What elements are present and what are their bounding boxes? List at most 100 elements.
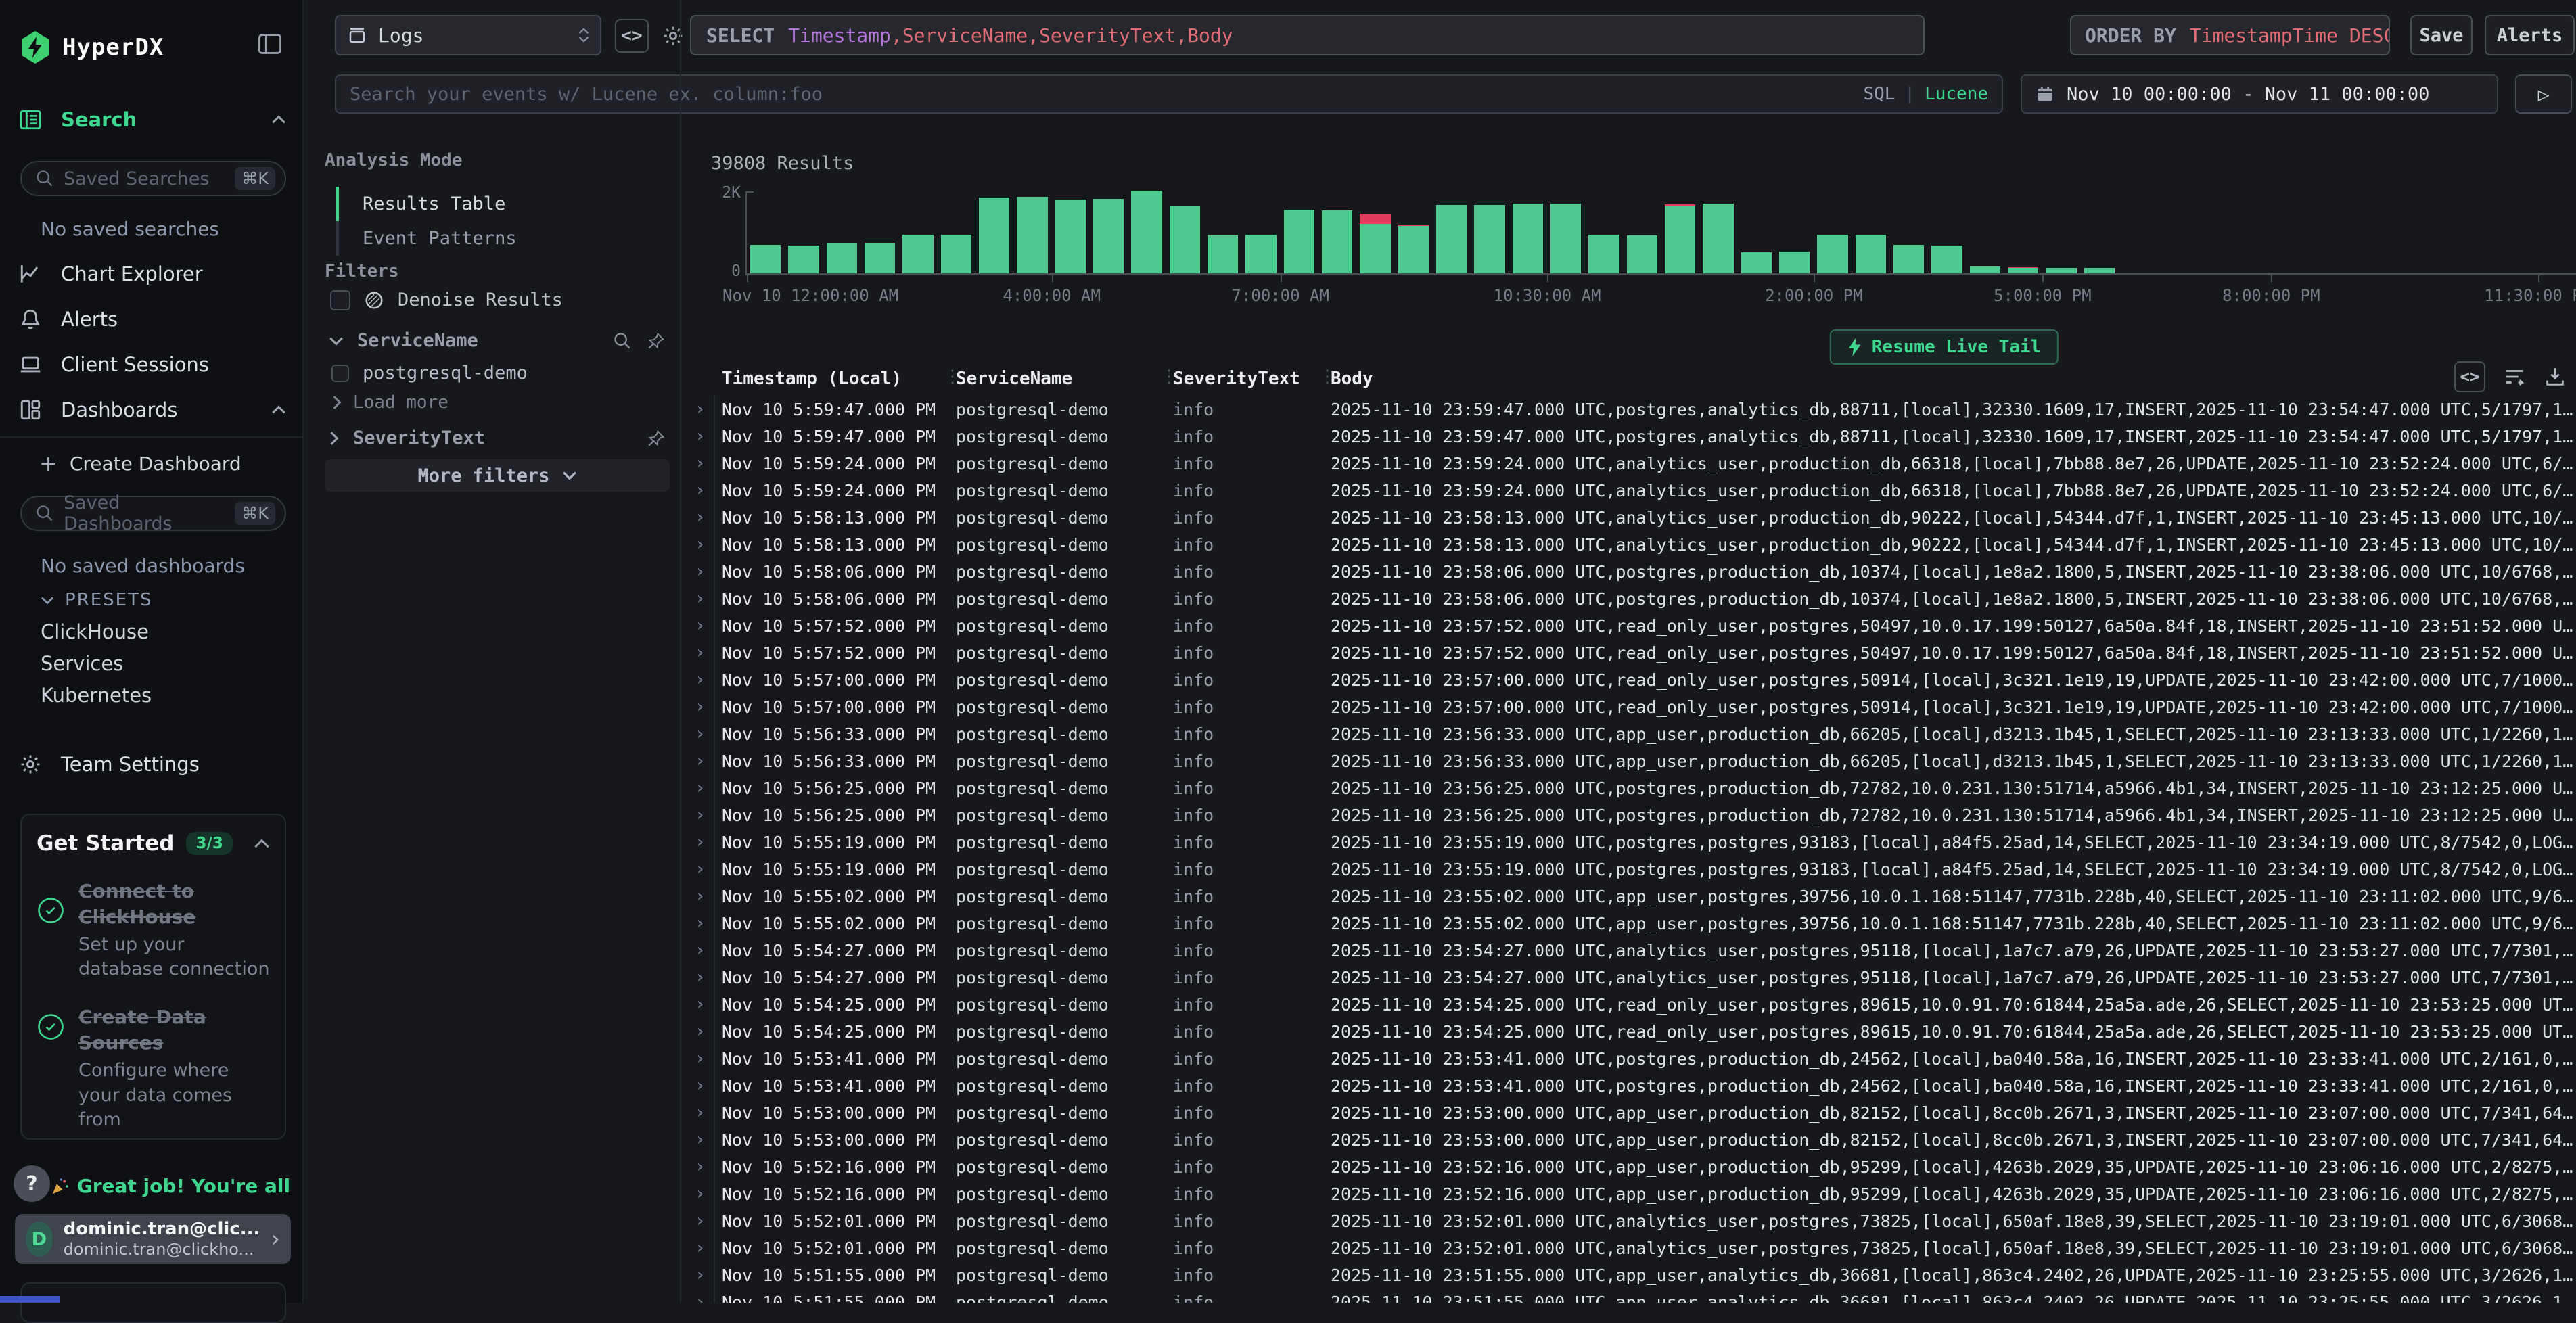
histogram-bar[interactable] bbox=[2046, 268, 2076, 273]
filter-value-row[interactable]: postgresql-demo bbox=[331, 363, 528, 384]
table-row[interactable]: ›Nov 10 5:57:00.000 PMpostgresql-demoinf… bbox=[681, 666, 2576, 693]
histogram-bar[interactable] bbox=[1779, 252, 1810, 273]
sidebar-item-team-settings[interactable]: Team Settings bbox=[19, 753, 286, 776]
histogram-bar[interactable] bbox=[1893, 245, 1924, 273]
row-expand-chevron[interactable]: › bbox=[695, 913, 722, 933]
histogram-bar[interactable] bbox=[1856, 235, 1886, 273]
histogram-bar[interactable] bbox=[865, 243, 895, 273]
col-severitytext[interactable]: SeverityText bbox=[1173, 369, 1331, 389]
preset-clickhouse[interactable]: ClickHouse bbox=[41, 620, 149, 643]
column-drag-handle[interactable]: ⋮ bbox=[944, 367, 960, 387]
table-row[interactable]: ›Nov 10 5:56:33.000 PMpostgresql-demoinf… bbox=[681, 747, 2576, 774]
postgresql-demo-checkbox[interactable] bbox=[331, 365, 349, 382]
get-started-item[interactable]: Create Data Sources Configure where your… bbox=[37, 1004, 270, 1132]
create-dashboard-button[interactable]: + Create Dashboard bbox=[39, 450, 306, 476]
histogram-bar[interactable] bbox=[1513, 204, 1543, 273]
select-columns-input[interactable]: SELECT Timestamp,ServiceName,SeverityTex… bbox=[690, 15, 1925, 55]
histogram-bar[interactable] bbox=[1245, 235, 1276, 273]
sidebar-collapse-icon[interactable] bbox=[258, 34, 281, 54]
presets-section-toggle[interactable]: PRESETS bbox=[41, 590, 153, 610]
col-servicename[interactable]: ServiceName bbox=[956, 369, 1173, 389]
row-expand-chevron[interactable]: › bbox=[695, 1157, 722, 1177]
histogram-bar[interactable] bbox=[788, 246, 819, 273]
pin-icon[interactable] bbox=[647, 429, 666, 448]
row-expand-chevron[interactable]: › bbox=[695, 832, 722, 852]
preset-kubernetes[interactable]: Kubernetes bbox=[41, 684, 152, 707]
mode-results-table[interactable]: Results Table bbox=[336, 187, 517, 221]
table-row[interactable]: ›Nov 10 5:51:55.000 PMpostgresql-demoinf… bbox=[681, 1289, 2576, 1303]
user-menu[interactable]: D dominic.tran@clic... dominic.tran@clic… bbox=[15, 1214, 291, 1264]
row-expand-chevron[interactable]: › bbox=[695, 994, 722, 1015]
table-row[interactable]: ›Nov 10 5:52:01.000 PMpostgresql-demoinf… bbox=[681, 1234, 2576, 1261]
table-row[interactable]: ›Nov 10 5:57:52.000 PMpostgresql-demoinf… bbox=[681, 612, 2576, 639]
histogram-bar[interactable] bbox=[1970, 266, 2000, 273]
table-row[interactable]: ›Nov 10 5:54:25.000 PMpostgresql-demoinf… bbox=[681, 991, 2576, 1018]
row-expand-chevron[interactable]: › bbox=[695, 426, 722, 446]
histogram-bar[interactable] bbox=[1741, 252, 1772, 273]
row-expand-chevron[interactable]: › bbox=[695, 1075, 722, 1096]
table-row[interactable]: ›Nov 10 5:57:52.000 PMpostgresql-demoinf… bbox=[681, 639, 2576, 666]
search-icon[interactable] bbox=[613, 331, 632, 350]
histogram-bar[interactable] bbox=[1931, 246, 1962, 273]
table-row[interactable]: ›Nov 10 5:53:00.000 PMpostgresql-demoinf… bbox=[681, 1099, 2576, 1126]
row-expand-chevron[interactable]: › bbox=[695, 967, 722, 988]
table-row[interactable]: ›Nov 10 5:53:00.000 PMpostgresql-demoinf… bbox=[681, 1126, 2576, 1153]
row-expand-chevron[interactable]: › bbox=[695, 1048, 722, 1069]
resume-live-tail-button[interactable]: Resume Live Tail bbox=[1830, 329, 2058, 365]
row-expand-chevron[interactable]: › bbox=[695, 453, 722, 473]
table-row[interactable]: ›Nov 10 5:51:55.000 PMpostgresql-demoinf… bbox=[681, 1261, 2576, 1289]
col-body[interactable]: Body bbox=[1331, 369, 2576, 389]
run-query-button[interactable]: ▷ bbox=[2515, 74, 2572, 114]
histogram-bar[interactable] bbox=[1360, 214, 1390, 273]
filter-group-servicename[interactable]: ServiceName bbox=[329, 330, 666, 351]
histogram-bar[interactable] bbox=[1170, 206, 1200, 273]
table-row[interactable]: ›Nov 10 5:56:25.000 PMpostgresql-demoinf… bbox=[681, 774, 2576, 802]
row-expand-chevron[interactable]: › bbox=[695, 399, 722, 419]
histogram-bar[interactable] bbox=[1588, 235, 1619, 273]
table-row[interactable]: ›Nov 10 5:52:01.000 PMpostgresql-demoinf… bbox=[681, 1207, 2576, 1234]
histogram-bar[interactable] bbox=[1703, 204, 1733, 273]
order-by-input[interactable]: ORDER BY TimestampTime DESC bbox=[2070, 15, 2390, 55]
help-button[interactable]: ? bbox=[14, 1165, 50, 1202]
row-expand-chevron[interactable]: › bbox=[695, 534, 722, 555]
row-expand-chevron[interactable]: › bbox=[695, 588, 722, 609]
histogram-bar[interactable] bbox=[827, 243, 857, 273]
language-lucene[interactable]: Lucene bbox=[1925, 84, 1988, 104]
histogram-bar[interactable] bbox=[1398, 225, 1429, 273]
sidebar-item-client-sessions[interactable]: Client Sessions bbox=[19, 353, 286, 376]
row-expand-chevron[interactable]: › bbox=[695, 1265, 722, 1285]
chevron-up-icon[interactable] bbox=[254, 839, 270, 849]
table-row[interactable]: ›Nov 10 5:59:47.000 PMpostgresql-demoinf… bbox=[681, 423, 2576, 450]
query-language-toggle[interactable]: SQL | Lucene bbox=[1863, 84, 1988, 104]
table-row[interactable]: ›Nov 10 5:58:13.000 PMpostgresql-demoinf… bbox=[681, 531, 2576, 558]
row-expand-chevron[interactable]: › bbox=[695, 778, 722, 798]
row-expand-chevron[interactable]: › bbox=[695, 507, 722, 528]
histogram-bar[interactable] bbox=[1055, 200, 1086, 273]
row-expand-chevron[interactable]: › bbox=[695, 886, 722, 906]
sidebar-item-search[interactable]: Search bbox=[19, 108, 286, 131]
pin-icon[interactable] bbox=[647, 331, 666, 350]
date-range-picker[interactable]: Nov 10 00:00:00 - Nov 11 00:00:00 bbox=[2021, 74, 2498, 114]
language-sql[interactable]: SQL bbox=[1863, 84, 1895, 104]
histogram-bar[interactable] bbox=[2008, 267, 2038, 273]
row-expand-chevron[interactable]: › bbox=[695, 805, 722, 825]
table-row[interactable]: ›Nov 10 5:59:47.000 PMpostgresql-demoinf… bbox=[681, 396, 2576, 423]
table-row[interactable]: ›Nov 10 5:55:02.000 PMpostgresql-demoinf… bbox=[681, 883, 2576, 910]
row-expand-chevron[interactable]: › bbox=[695, 697, 722, 717]
sidebar-item-chart-explorer[interactable]: Chart Explorer bbox=[19, 262, 286, 285]
row-expand-chevron[interactable]: › bbox=[695, 670, 722, 690]
histogram-bar[interactable] bbox=[902, 235, 933, 273]
table-row[interactable]: ›Nov 10 5:53:41.000 PMpostgresql-demoinf… bbox=[681, 1072, 2576, 1099]
table-row[interactable]: ›Nov 10 5:54:25.000 PMpostgresql-demoinf… bbox=[681, 1018, 2576, 1045]
table-row[interactable]: ›Nov 10 5:58:06.000 PMpostgresql-demoinf… bbox=[681, 585, 2576, 612]
denoise-filter-row[interactable]: Denoise Results bbox=[330, 289, 563, 310]
histogram-bar[interactable] bbox=[1665, 204, 1695, 273]
lucene-search-input[interactable]: Search your events w/ Lucene ex. column:… bbox=[335, 74, 2003, 114]
row-expand-chevron[interactable]: › bbox=[695, 1102, 722, 1123]
row-expand-chevron[interactable]: › bbox=[695, 1211, 722, 1231]
row-expand-chevron[interactable]: › bbox=[695, 940, 722, 960]
denoise-checkbox[interactable] bbox=[330, 290, 350, 310]
histogram-bar[interactable] bbox=[1208, 235, 1238, 273]
table-row[interactable]: ›Nov 10 5:56:33.000 PMpostgresql-demoinf… bbox=[681, 720, 2576, 747]
load-more-button[interactable]: Load more bbox=[331, 392, 448, 413]
